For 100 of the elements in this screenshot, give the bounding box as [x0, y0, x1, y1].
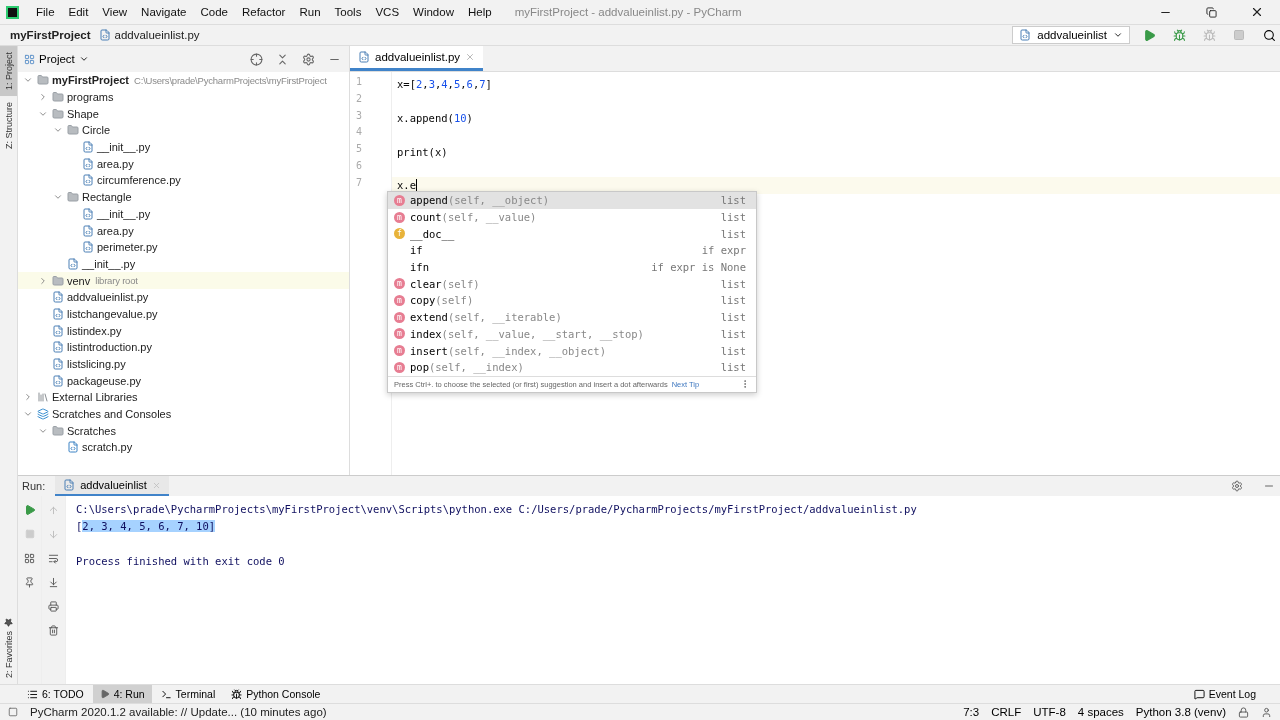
python-file-icon — [52, 374, 64, 387]
list-icon — [27, 688, 38, 700]
tree-item[interactable]: circumference.py — [97, 174, 181, 187]
side-tab[interactable]: Z: Structure — [0, 96, 17, 156]
completion-item[interactable]: m append(self, __object) list — [388, 192, 756, 209]
side-tab[interactable]: 1: Project — [0, 46, 17, 97]
run-tab[interactable]: addvalueinlist — [55, 476, 169, 496]
tree-item[interactable]: myFirstProject — [52, 74, 130, 87]
menu-item[interactable]: Refactor — [234, 6, 293, 18]
bug-icon[interactable] — [1202, 28, 1216, 42]
folder-icon — [52, 274, 64, 287]
caret-icon — [78, 54, 89, 64]
python-file-icon — [52, 324, 64, 337]
tool-window-tab[interactable]: Terminal — [153, 684, 223, 704]
editor-tab[interactable]: addvalueinlist.py — [350, 46, 484, 71]
project-view-dropdown[interactable]: Project — [24, 53, 89, 65]
checkbox-icon[interactable] — [8, 707, 18, 717]
scratch-file-icon — [67, 441, 79, 454]
code-line: print(x) — [397, 145, 448, 158]
run-icon[interactable] — [1142, 28, 1156, 42]
menu-item[interactable]: Edit — [61, 6, 96, 18]
tree-item[interactable]: listchangevalue.py — [67, 307, 158, 320]
tree-item[interactable]: area.py — [97, 224, 134, 237]
search-icon[interactable] — [1262, 28, 1276, 42]
status-message: PyCharm 2020.1.2 available: // Update... (10 minutes ago) — [30, 706, 327, 718]
code-line: x.e — [397, 179, 416, 192]
status-item[interactable]: 4 spaces — [1077, 706, 1124, 718]
tree-item[interactable]: Circle — [82, 124, 111, 137]
settings-icon[interactable] — [301, 52, 315, 66]
tree-item[interactable]: programs — [67, 91, 114, 104]
tree-item[interactable]: scratch.py — [82, 441, 133, 454]
tree-item[interactable]: External Libraries — [52, 391, 138, 404]
python-console-icon — [231, 688, 243, 700]
run-configuration-dropdown[interactable]: addvalueinlist — [1012, 26, 1130, 44]
trash-icon[interactable] — [48, 624, 59, 636]
caret-icon[interactable] — [1113, 30, 1123, 40]
menu-item[interactable]: Navigate — [134, 6, 194, 18]
tree-item[interactable]: perimeter.py — [97, 241, 158, 254]
close-icon[interactable] — [1250, 5, 1264, 19]
field-icon: f — [394, 228, 405, 240]
event-log-button[interactable]: Event Log — [1187, 687, 1262, 701]
tree-item[interactable]: venv — [67, 274, 91, 287]
panel-icon — [24, 53, 35, 65]
text-caret — [415, 178, 417, 192]
crosshair-icon[interactable] — [249, 52, 263, 66]
breadcrumb-item[interactable]: myFirstProject — [10, 29, 91, 41]
down-arrow-icon[interactable] — [48, 528, 59, 540]
selected-output-text: 2, 3, 4, 5, 6, 7, 10] — [82, 520, 216, 533]
menu-item[interactable]: VCS — [368, 6, 407, 18]
tree-item[interactable]: listslicing.py — [67, 358, 126, 371]
run-icon[interactable] — [23, 504, 36, 516]
menu-item[interactable]: View — [95, 6, 135, 18]
tree-item[interactable]: Scratches — [67, 424, 116, 437]
tree-item[interactable]: listintroduction.py — [67, 341, 152, 354]
line-number: 6 — [355, 160, 364, 173]
completion-item[interactable]: f __doc__ list — [388, 225, 756, 243]
tree-item[interactable]: Rectangle — [82, 191, 132, 204]
tool-window-tab[interactable]: 6: TODO — [20, 684, 91, 704]
folder-icon — [37, 74, 49, 87]
printer-icon[interactable] — [48, 600, 59, 612]
completion-item[interactable]: m insert(self, __index, __object) list — [388, 342, 756, 359]
tool-window-tab[interactable]: 4: Run — [92, 684, 152, 704]
restore-icon[interactable] — [1205, 6, 1217, 18]
python-file-icon — [52, 358, 64, 371]
stop-icon[interactable] — [1233, 29, 1245, 41]
tree-item[interactable]: __init__.py — [97, 207, 151, 220]
pin-icon[interactable] — [24, 576, 35, 588]
breadcrumb-item[interactable]: addvalueinlist.py — [98, 29, 200, 41]
scroll-to-end-icon[interactable] — [48, 576, 59, 588]
menu-item[interactable]: Window — [406, 6, 461, 18]
tool-window-tab[interactable]: Python Console — [224, 684, 328, 704]
menu-item[interactable]: Tools — [327, 6, 369, 18]
code-line: x.append(10) — [397, 112, 473, 124]
status-item[interactable]: Python 3.8 (venv) — [1135, 706, 1226, 718]
tree-item[interactable]: packageuse.py — [67, 374, 141, 387]
soft-wrap-icon[interactable] — [48, 552, 59, 564]
up-arrow-icon[interactable] — [48, 504, 59, 516]
tree-item[interactable]: listindex.py — [67, 324, 122, 337]
status-item[interactable]: 7:3 — [963, 706, 980, 718]
menu-item[interactable]: File — [29, 6, 62, 18]
bug-icon[interactable] — [1172, 28, 1186, 42]
menu-item[interactable]: Code — [193, 6, 235, 18]
menu-item[interactable]: Run — [292, 6, 328, 18]
status-item[interactable]: UTF-8 — [1033, 706, 1066, 718]
status-item[interactable]: CRLF — [991, 706, 1022, 718]
tree-item[interactable]: Scratches and Consoles — [52, 408, 172, 421]
completion-item[interactable]: m copy(self) list — [388, 292, 756, 309]
tree-item[interactable]: area.py — [97, 157, 134, 170]
settings-icon[interactable] — [1231, 480, 1243, 492]
tree-item[interactable]: __init__.py — [97, 141, 151, 154]
tree-item[interactable]: Shape — [67, 107, 99, 120]
menu-item[interactable]: Help — [460, 6, 499, 18]
person-icon[interactable] — [1261, 706, 1272, 718]
tree-item[interactable]: __init__.py — [82, 257, 136, 270]
completion-item[interactable]: if if expr — [388, 242, 756, 259]
lock-icon[interactable] — [1238, 706, 1249, 718]
layout-icon[interactable] — [24, 552, 35, 564]
tree-item[interactable]: addvalueinlist.py — [67, 291, 149, 304]
side-tab[interactable]: 2: Favorites — [0, 611, 17, 684]
completion-item[interactable]: m clear(self) list — [388, 275, 756, 293]
